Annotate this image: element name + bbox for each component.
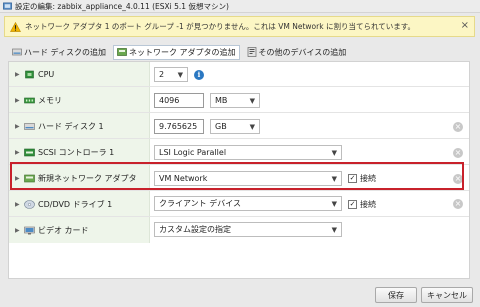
dialog-title-bar: 設定の編集: zabbix_appliance_4.0.11 (ESXi 5.1…	[0, 0, 480, 13]
device-row-hard-disk: ▶ ハード ディスク 1 9.765625 GB ▼ ×	[9, 113, 469, 139]
dialog-title: 設定の編集: zabbix_appliance_4.0.11 (ESXi 5.1…	[15, 1, 229, 11]
cd-dvd-source-select[interactable]: クライアント デバイス ▼	[154, 196, 342, 211]
device-row-video-card: ▶ ビデオ カード カスタム設定の指定 ▼	[9, 217, 469, 243]
dropdown-arrow-icon: ▼	[331, 149, 337, 157]
dropdown-arrow-icon: ▼	[177, 71, 183, 79]
disk-size-input[interactable]: 9.765625	[154, 119, 204, 134]
warning-banner: ネットワーク アダプタ 1 のポート グループ -1 が見つかりません。これは …	[4, 16, 475, 37]
save-button[interactable]: 保存	[375, 287, 417, 303]
memory-size-input[interactable]: 4096	[154, 93, 204, 108]
device-label: SCSI コントローラ 1	[38, 147, 115, 157]
memory-icon	[24, 97, 35, 103]
remove-icon[interactable]: ×	[453, 122, 463, 132]
hard-disk-icon	[24, 122, 35, 130]
expand-arrow-icon[interactable]: ▶	[15, 71, 20, 78]
device-label: メモリ	[38, 95, 62, 105]
expand-arrow-icon[interactable]: ▶	[15, 227, 20, 234]
device-label: CD/DVD ドライブ 1	[38, 199, 113, 209]
device-label: CPU	[38, 70, 55, 79]
dropdown-arrow-icon: ▼	[331, 200, 337, 208]
expand-arrow-icon[interactable]: ▶	[15, 97, 20, 104]
highlight-box	[10, 162, 464, 190]
memory-unit-select[interactable]: MB ▼	[210, 93, 260, 108]
remove-icon[interactable]: ×	[453, 148, 463, 158]
network-adapter-icon	[117, 48, 127, 56]
dialog-footer: 保存 キャンセル	[0, 282, 480, 307]
close-icon[interactable]: ×	[461, 21, 469, 31]
scsi-type-select[interactable]: LSI Logic Parallel ▼	[154, 145, 342, 160]
cancel-button[interactable]: キャンセル	[421, 287, 473, 303]
dropdown-arrow-icon: ▼	[249, 97, 255, 105]
other-device-icon	[247, 47, 256, 57]
add-hard-disk-button[interactable]: ハード ディスクの追加	[8, 45, 110, 60]
device-label: ハード ディスク 1	[38, 121, 104, 131]
info-icon[interactable]: i	[194, 70, 204, 80]
device-row-memory: ▶ メモリ 4096 MB ▼	[9, 87, 469, 113]
expand-arrow-icon[interactable]: ▶	[15, 123, 20, 130]
remove-icon[interactable]: ×	[453, 199, 463, 209]
video-card-icon	[24, 226, 35, 234]
checkmark-icon: ✓	[348, 200, 357, 209]
connect-checkbox[interactable]: ✓ 接続	[348, 199, 376, 210]
device-row-cd-dvd-drive: ▶ CD/DVD ドライブ 1 クライアント デバイス ▼ ✓ 接続 ×	[9, 191, 469, 217]
expand-arrow-icon[interactable]: ▶	[15, 149, 20, 156]
device-toolbar: ハード ディスクの追加 ネットワーク アダプタの追加 その他のデバイスの追加	[8, 44, 353, 60]
warning-icon	[10, 21, 21, 32]
expand-arrow-icon[interactable]: ▶	[15, 201, 20, 208]
add-other-device-button[interactable]: その他のデバイスの追加	[243, 45, 351, 60]
cpu-count-select[interactable]: 2 ▼	[154, 67, 188, 82]
video-card-settings-select[interactable]: カスタム設定の指定 ▼	[154, 222, 342, 237]
cpu-icon	[25, 70, 34, 79]
cd-dvd-icon	[24, 199, 35, 209]
hard-disk-icon	[12, 48, 22, 56]
vm-icon	[3, 2, 12, 10]
dropdown-arrow-icon: ▼	[331, 226, 337, 234]
disk-unit-select[interactable]: GB ▼	[210, 119, 260, 134]
scsi-controller-icon	[24, 148, 35, 156]
add-network-adapter-button[interactable]: ネットワーク アダプタの追加	[112, 44, 240, 60]
device-row-cpu: ▶ CPU 2 ▼ i	[9, 62, 469, 87]
dropdown-arrow-icon: ▼	[249, 123, 255, 131]
warning-message: ネットワーク アダプタ 1 のポート グループ -1 が見つかりません。これは …	[25, 22, 415, 31]
device-label: ビデオ カード	[38, 225, 89, 235]
